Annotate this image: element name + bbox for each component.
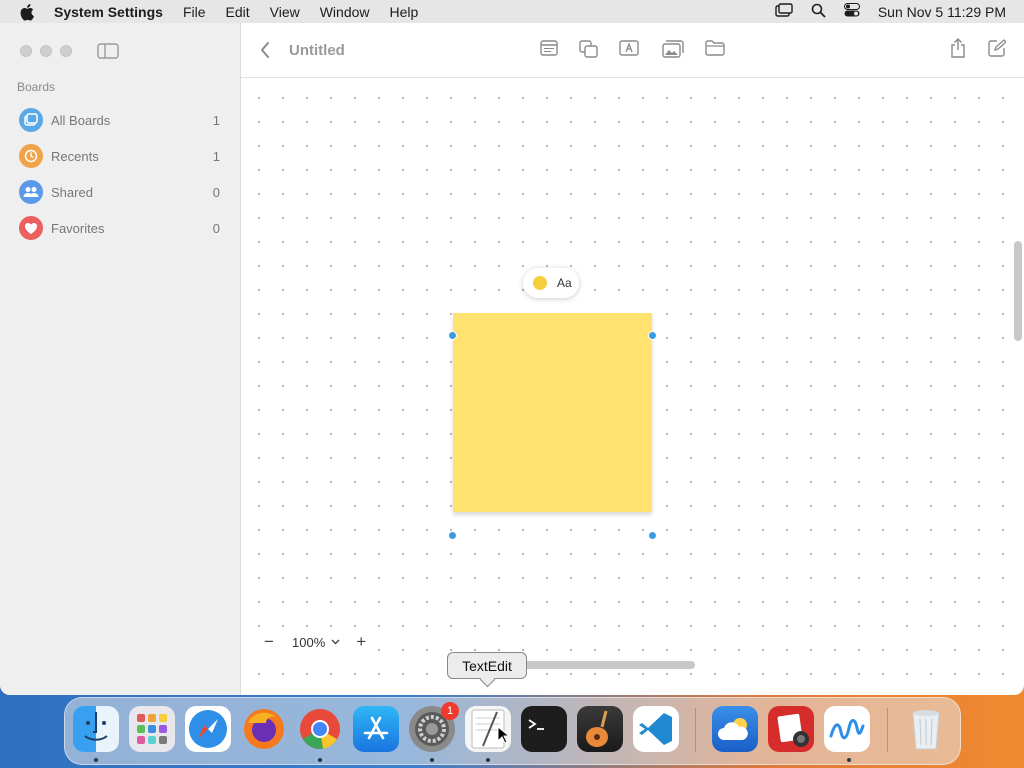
running-indicator xyxy=(94,758,98,762)
sticky-note[interactable] xyxy=(453,313,652,512)
sticky-note-tool-icon[interactable] xyxy=(540,40,558,61)
folder-tool-icon[interactable] xyxy=(705,40,725,61)
sidebar-item-count: 0 xyxy=(212,184,220,200)
sidebar-toggle-icon[interactable] xyxy=(97,43,119,59)
shapes-tool-icon[interactable] xyxy=(579,40,599,63)
safari-icon[interactable] xyxy=(185,706,231,752)
sidebar-item-recents[interactable]: Recents 1 xyxy=(0,138,240,174)
sidebar-item-count: 1 xyxy=(212,148,220,164)
launchpad-icon[interactable] xyxy=(129,706,175,752)
menu-help[interactable]: Help xyxy=(390,4,419,20)
sidebar-item-label: Recents xyxy=(51,148,99,164)
sidebar-item-count: 1 xyxy=(212,112,220,128)
resize-handle-bottom-right[interactable] xyxy=(648,531,657,540)
resize-handle-top-right[interactable] xyxy=(648,331,657,340)
running-indicator xyxy=(486,758,490,762)
board-title[interactable]: Untitled xyxy=(289,42,345,59)
zoom-out-button[interactable]: − xyxy=(258,632,280,652)
dock-tooltip: TextEdit xyxy=(447,652,527,679)
weather-icon[interactable] xyxy=(712,706,758,752)
back-chevron-icon[interactable] xyxy=(259,41,271,64)
menu-file[interactable]: File xyxy=(183,4,206,20)
apple-menu-icon[interactable] xyxy=(18,3,36,21)
menu-app-name[interactable]: System Settings xyxy=(54,4,163,20)
toolbar: Untitled xyxy=(241,23,1024,78)
sidebar: Boards All Boards 1 Recents 1 Shared 0 F… xyxy=(0,23,241,695)
menubar-clock[interactable]: Sun Nov 5 11:29 PM xyxy=(878,4,1006,20)
dock-separator xyxy=(887,708,888,752)
control-center-icon[interactable] xyxy=(843,3,860,20)
firefox-icon[interactable] xyxy=(241,706,287,752)
board-list: All Boards 1 Recents 1 Shared 0 Favorite… xyxy=(0,102,240,246)
sticky-format-popover: Aa xyxy=(523,268,579,298)
sidebar-item-count: 0 xyxy=(212,220,220,236)
sidebar-item-all-boards[interactable]: All Boards 1 xyxy=(0,102,240,138)
vertical-scrollbar[interactable] xyxy=(1014,241,1022,341)
app-store-icon[interactable] xyxy=(353,706,399,752)
photo-booth-icon[interactable] xyxy=(768,706,814,752)
sidebar-heading: Boards xyxy=(17,80,56,94)
compose-icon[interactable] xyxy=(988,39,1007,62)
close-window-button[interactable] xyxy=(20,45,32,57)
zoom-in-button[interactable]: + xyxy=(350,632,372,652)
vscode-icon[interactable] xyxy=(633,706,679,752)
menu-edit[interactable]: Edit xyxy=(226,4,250,20)
trash-icon[interactable] xyxy=(903,706,949,752)
freeform-icon[interactable] xyxy=(824,706,870,752)
running-indicator xyxy=(847,758,851,762)
zoom-control: − 100% + xyxy=(258,631,373,653)
clock-icon xyxy=(19,144,43,168)
zoom-chevron-down-icon[interactable] xyxy=(331,637,340,648)
sidebar-item-label: All Boards xyxy=(51,112,111,128)
sidebar-item-label: Shared xyxy=(51,184,93,200)
garageband-icon[interactable] xyxy=(577,706,623,752)
zoom-level[interactable]: 100% xyxy=(292,635,325,650)
spotlight-search-icon[interactable] xyxy=(811,3,826,21)
media-tool-icon[interactable] xyxy=(662,40,684,63)
menu-view[interactable]: View xyxy=(270,4,300,20)
menu-bar: System Settings File Edit View Window He… xyxy=(0,0,1024,23)
share-icon[interactable] xyxy=(950,38,966,63)
notification-badge: 1 xyxy=(441,702,459,720)
resize-handle-bottom-left[interactable] xyxy=(448,531,457,540)
sidebar-item-label: Favorites xyxy=(51,220,105,236)
color-swatch-button[interactable] xyxy=(533,276,547,290)
boards-icon xyxy=(19,108,43,132)
finder-icon[interactable] xyxy=(73,706,119,752)
dock-separator xyxy=(695,708,696,752)
dock xyxy=(64,697,961,765)
resize-handle-top-left[interactable] xyxy=(448,331,457,340)
sidebar-item-favorites[interactable]: Favorites 0 xyxy=(0,210,240,246)
zoom-window-button[interactable] xyxy=(60,45,72,57)
terminal-icon[interactable] xyxy=(521,706,567,752)
running-indicator xyxy=(430,758,434,762)
minimize-window-button[interactable] xyxy=(40,45,52,57)
people-icon xyxy=(19,180,43,204)
window-controls xyxy=(20,45,72,57)
text-format-button[interactable]: Aa xyxy=(557,276,572,290)
mouse-pointer-icon xyxy=(497,725,511,749)
screen-mirroring-icon[interactable] xyxy=(775,3,793,20)
menu-window[interactable]: Window xyxy=(320,4,370,20)
heart-icon xyxy=(19,216,43,240)
text-box-tool-icon[interactable] xyxy=(619,40,639,61)
chrome-icon[interactable] xyxy=(297,706,343,752)
running-indicator xyxy=(318,758,322,762)
horizontal-scrollbar[interactable] xyxy=(503,661,695,669)
sidebar-item-shared[interactable]: Shared 0 xyxy=(0,174,240,210)
